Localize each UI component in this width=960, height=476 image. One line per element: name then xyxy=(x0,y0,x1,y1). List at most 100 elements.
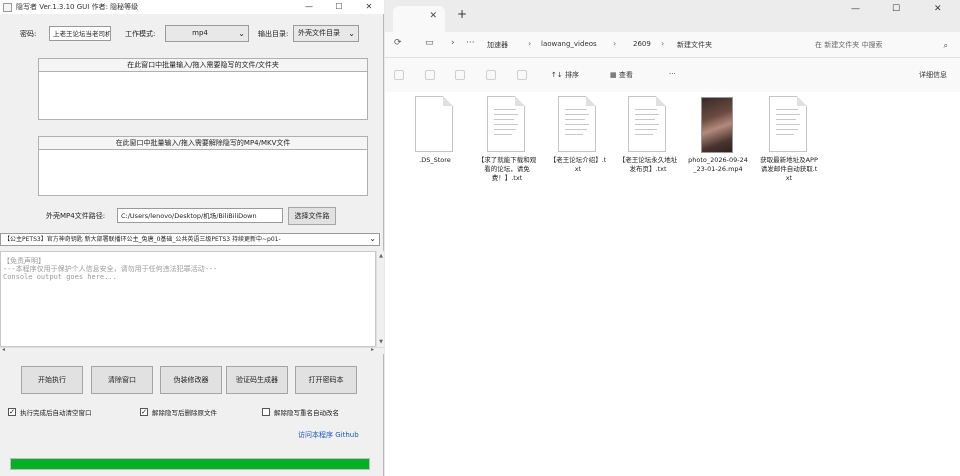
text-file-icon xyxy=(558,96,596,152)
checkbox-box xyxy=(262,408,270,416)
address-bar: ⟳ ▭ › ··· 加速器 › laowang_videos › 2609 › … xyxy=(385,32,960,58)
scroll-left-icon[interactable]: ◂ xyxy=(2,346,5,353)
copy-icon[interactable] xyxy=(455,70,465,80)
checkbox-box: ✓ xyxy=(140,408,148,416)
sort-button[interactable]: ↑↓ 排序 xyxy=(551,70,579,80)
breadcrumb-separator: › xyxy=(613,39,617,48)
delete-original-checkbox[interactable]: ✓ 解除隐写后删除原文件 xyxy=(140,407,217,417)
command-bar: ↑↓ 排序 ▦ 查看 ··· 详细信息 xyxy=(385,58,960,92)
paste-icon[interactable] xyxy=(486,70,496,80)
view-label: 查看 xyxy=(618,71,633,79)
dropdown-arrow-icon: ⌄ xyxy=(238,29,245,38)
dropdown-arrow-icon: ⌄ xyxy=(348,29,355,38)
console-horizontal-scrollbar[interactable]: ◂ ▸ xyxy=(0,346,384,354)
console-output[interactable]: 【免责声明】 ---本程序仅用于保护个人信息安全，请勿用于任何违法犯罪活动---… xyxy=(0,251,376,347)
open-password-file-button[interactable]: 打开密码本 xyxy=(295,366,357,394)
file-name: 【求了就能下载和观看的论坛，请免费！】.txt xyxy=(477,156,537,182)
github-link[interactable]: 访问本程序 Github xyxy=(298,430,359,440)
file-name: 【老王论坛介绍】.txt xyxy=(549,156,607,173)
scroll-down-icon[interactable]: ▼ xyxy=(377,339,385,345)
checkbox-box: ✓ xyxy=(8,408,16,416)
more-options-button[interactable]: ··· xyxy=(669,70,676,78)
breadcrumb-item[interactable]: 新建文件夹 xyxy=(677,40,712,50)
file-name: photo_2026-09-24_23-01-26.mp4 xyxy=(688,156,748,173)
start-button[interactable]: 开始执行 xyxy=(21,366,83,394)
details-pane-button[interactable]: 详细信息 xyxy=(919,70,947,80)
file-name: 【老王论坛永久地址发布页】.txt xyxy=(618,156,678,173)
shell-file-label: 外壳MP4文件路径: xyxy=(46,212,106,220)
video-thumbnail xyxy=(701,97,733,153)
app-title: 隐写者 Ver.1.3.10 GUI 作者: 隐秘等级 xyxy=(16,3,139,11)
checkbox-label: 执行完成后自动清空窗口 xyxy=(20,409,92,417)
app-titlebar: 隐写者 Ver.1.3.10 GUI 作者: 隐秘等级 — ☐ ✕ xyxy=(0,0,384,14)
output-dir-label: 输出目录: xyxy=(258,30,289,38)
explorer-tab[interactable]: ✕ xyxy=(393,6,445,32)
stego-app-window: 隐写者 Ver.1.3.10 GUI 作者: 隐秘等级 — ☐ ✕ 密码: 上老… xyxy=(0,0,384,476)
new-item-icon[interactable] xyxy=(394,70,404,80)
file-name: 获取最新地址及APP请发邮件自动获取.txt xyxy=(760,156,818,182)
extract-files-panel: 在此窗口中批量输入/拖入需要解除隐写的MP4/MKV文件 xyxy=(38,136,368,196)
search-placeholder: 在 新建文件夹 中搜索 xyxy=(815,41,883,49)
text-file-icon xyxy=(628,96,666,152)
text-file-icon xyxy=(487,96,525,152)
app-icon xyxy=(3,2,12,12)
explorer-minimize-button[interactable]: — xyxy=(851,4,860,14)
password-label: 密码: xyxy=(20,30,37,38)
output-dir-select[interactable]: 外壳文件目录 ⌄ xyxy=(293,25,359,42)
work-mode-label: 工作模式: xyxy=(125,30,156,38)
work-mode-value: mp4 xyxy=(192,29,208,37)
scroll-up-icon[interactable]: ▲ xyxy=(377,253,385,259)
more-locations-icon[interactable]: ··· xyxy=(466,38,475,48)
breadcrumb-item[interactable]: laowang_videos xyxy=(541,40,597,48)
shell-file-path-input[interactable]: C:/Users/lenovo/Desktop/机场/BiliBiliDown xyxy=(117,208,283,223)
hide-files-dropzone[interactable] xyxy=(39,72,367,119)
new-tab-button[interactable]: + xyxy=(457,7,467,21)
shell-file-select-value: 【公主PETS3】官方神奇钥匙 新大部署联播环公主_兔唐_0基础_公共英语三级P… xyxy=(4,236,281,243)
progress-bar xyxy=(10,458,370,470)
password-generator-button[interactable]: 验证码生成器 xyxy=(226,366,288,394)
extract-files-dropzone[interactable] xyxy=(39,150,367,195)
search-icon[interactable]: ⌕ xyxy=(944,37,948,54)
maximize-button[interactable]: ☐ xyxy=(324,0,354,14)
breadcrumb-separator: › xyxy=(528,39,532,48)
search-input[interactable]: 在 新建文件夹 中搜索 ⌕ xyxy=(809,37,954,54)
checkbox-label: 解除隐写重名自动改名 xyxy=(274,409,339,417)
checkbox-label: 解除隐写后删除原文件 xyxy=(152,409,217,417)
cut-icon[interactable] xyxy=(425,70,435,80)
auto-rename-checkbox[interactable]: 解除隐写重名自动改名 xyxy=(262,407,339,417)
blank-file-icon xyxy=(415,96,453,152)
shell-file-select[interactable]: 【公主PETS3】官方神奇钥匙 新大部署联播环公主_兔唐_0基础_公共英语三级P… xyxy=(0,233,380,246)
clear-window-button[interactable]: 清除窗口 xyxy=(91,366,153,394)
hide-files-panel-header: 在此窗口中批量输入/拖入需要隐写的文件/文件夹 xyxy=(39,59,367,72)
choose-file-button[interactable]: 选择文件路 xyxy=(288,207,336,225)
breadcrumb-separator: › xyxy=(661,39,665,48)
breadcrumb-item[interactable]: 2609 xyxy=(633,40,651,48)
console-vertical-scrollbar[interactable]: ▲ ▼ xyxy=(376,251,384,347)
file-name: .DS_Store xyxy=(419,156,451,164)
view-button[interactable]: ▦ 查看 xyxy=(610,70,633,80)
hide-files-panel: 在此窗口中批量输入/拖入需要隐写的文件/文件夹 xyxy=(38,58,368,120)
rename-icon[interactable] xyxy=(517,70,527,80)
auto-clear-checkbox[interactable]: ✓ 执行完成后自动清空窗口 xyxy=(8,407,92,417)
monitor-icon[interactable]: ▭ xyxy=(425,38,434,48)
output-dir-value: 外壳文件目录 xyxy=(298,29,340,37)
close-button[interactable]: ✕ xyxy=(354,0,384,14)
view-icon: ▦ xyxy=(610,71,619,79)
file-explorer-window: ✕ + — ☐ ✕ ⟳ ▭ › ··· 加速器 › laowang_videos… xyxy=(385,0,960,476)
close-tab-icon[interactable]: ✕ xyxy=(429,11,437,21)
dropdown-arrow-icon: ⌄ xyxy=(369,234,376,243)
minimize-button[interactable]: — xyxy=(294,0,324,14)
refresh-icon[interactable]: ⟳ xyxy=(394,38,402,48)
work-mode-select[interactable]: mp4 ⌄ xyxy=(165,25,249,42)
disguiser-button[interactable]: 伪装修改器 xyxy=(160,366,222,394)
chevron-right-icon[interactable]: › xyxy=(451,38,455,48)
explorer-tab-bar: ✕ + — ☐ ✕ xyxy=(385,0,960,32)
progress-fill xyxy=(11,459,369,469)
explorer-close-button[interactable]: ✕ xyxy=(934,4,942,14)
explorer-maximize-button[interactable]: ☐ xyxy=(892,4,900,14)
password-field[interactable]: 上老王论坛当老司机 xyxy=(49,26,111,41)
breadcrumb-item[interactable]: 加速器 xyxy=(487,40,508,50)
extract-files-panel-header: 在此窗口中批量输入/拖入需要解除隐写的MP4/MKV文件 xyxy=(39,137,367,150)
scroll-right-icon[interactable]: ▸ xyxy=(371,346,374,353)
text-file-icon xyxy=(769,96,807,152)
